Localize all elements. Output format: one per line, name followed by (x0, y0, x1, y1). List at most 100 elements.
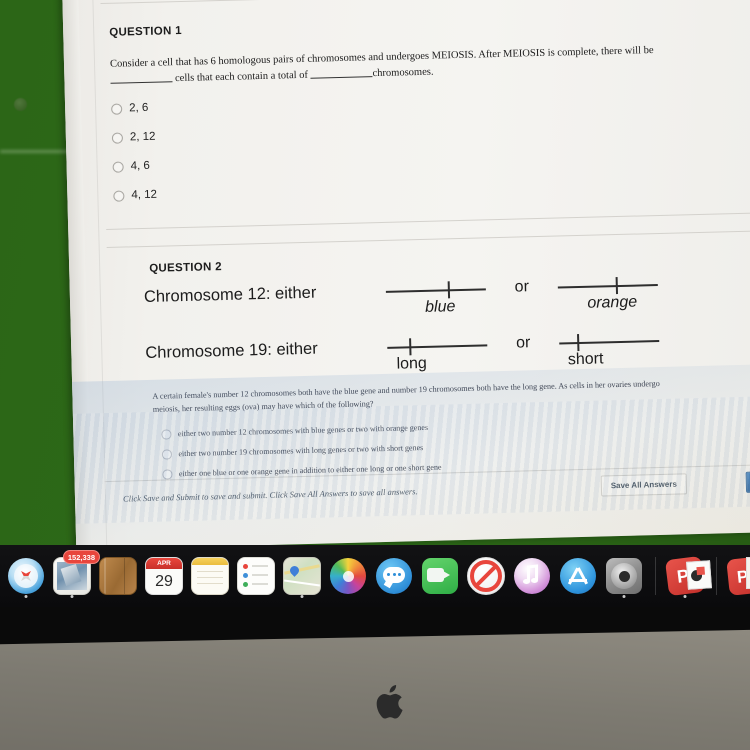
dock-divider (655, 557, 656, 595)
dock-item-contacts[interactable] (96, 553, 140, 599)
gene-tick-icon (577, 334, 580, 352)
dock-item-system-preferences[interactable] (602, 553, 646, 599)
radio-icon[interactable] (111, 103, 123, 115)
calendar-month: APR (146, 558, 182, 569)
question-2-prompt: A certain female's number 12 chromosomes… (152, 379, 660, 414)
imac-bezel (0, 607, 750, 750)
radio-icon[interactable] (161, 429, 172, 440)
question-1-label: QUESTION 1 (109, 24, 183, 39)
question-1-blank-2 (310, 76, 373, 80)
divider-q1-bottom (106, 211, 750, 230)
allele-caption: blue (424, 298, 456, 316)
gene-tick-icon (615, 277, 618, 295)
question-1-text-part2: cells that each contain a total of (174, 70, 309, 85)
option-label: either two number 12 chromosomes with bl… (177, 423, 429, 439)
conjunction-or: or (515, 334, 531, 352)
app-store-icon[interactable] (560, 558, 596, 594)
conjunction-or: or (514, 278, 530, 296)
question-1-option-0[interactable]: 2, 6 (111, 101, 149, 115)
dock-item-safari[interactable] (4, 553, 48, 599)
question-1-option-3[interactable]: 4, 12 (113, 189, 157, 202)
document-thumbnail (746, 557, 750, 589)
dock-divider-2 (716, 557, 717, 595)
facetime-icon[interactable] (422, 558, 458, 594)
question-1-blank-1 (110, 81, 173, 85)
gene-tick-icon (409, 338, 412, 356)
question-2-option-0[interactable]: either two number 12 chromosomes with bl… (161, 423, 429, 440)
question-1-text-part1: Consider a cell that has 6 homologous pa… (109, 45, 654, 70)
allele-caption: short (567, 350, 604, 369)
macos-dock: 152,338 APR 29 P P (0, 545, 750, 607)
save-and-submit-button[interactable]: Save and (745, 470, 750, 493)
divider-top (100, 0, 750, 5)
reminders-icon[interactable] (237, 557, 275, 595)
footer-instruction: Click Save and Submit to save and submit… (122, 486, 418, 504)
desktop-icon-smudge (14, 98, 27, 111)
running-indicator (683, 595, 687, 598)
question-1-option-2[interactable]: 4, 6 (112, 159, 150, 173)
dock-item-powerpoint[interactable]: P (663, 553, 712, 599)
system-preferences-icon[interactable] (606, 558, 642, 594)
dock-item-facetime[interactable] (418, 553, 462, 599)
chromosome-12-allele-orange: orange (557, 275, 658, 312)
option-label: 4, 6 (130, 159, 150, 173)
save-all-answers-button[interactable]: Save All Answers (600, 473, 688, 497)
dock-item-mail[interactable]: 152,338 (50, 550, 100, 599)
option-label: 4, 12 (131, 188, 158, 202)
question-1-text: Consider a cell that has 6 homologous pa… (110, 41, 750, 90)
question-2-option-1[interactable]: either two number 19 chromosomes with lo… (161, 443, 424, 460)
contacts-icon[interactable] (99, 557, 137, 595)
dock-item-messages[interactable] (372, 553, 416, 599)
chromosome-12-row: Chromosome 12: either blue or orange (143, 275, 658, 316)
calendar-icon[interactable]: APR 29 (145, 557, 183, 595)
itunes-icon[interactable] (514, 558, 550, 594)
running-indicator (24, 595, 28, 598)
maps-icon[interactable] (283, 557, 321, 595)
allele-caption: long (396, 354, 428, 373)
question-2-label: QUESTION 2 (149, 261, 223, 275)
notes-icon[interactable] (191, 557, 229, 595)
running-indicator (300, 595, 304, 598)
chromosome-19-allele-short: short (559, 331, 660, 368)
dock-item-maps[interactable] (280, 553, 324, 599)
chromosome-12-allele-blue: blue (385, 279, 486, 316)
dock-item-app-store[interactable] (556, 553, 600, 599)
dock-item-powerpoint-doc[interactable]: P (724, 553, 750, 599)
option-label: 2, 6 (129, 101, 149, 115)
photos-icon[interactable] (330, 558, 366, 594)
safari-icon[interactable] (8, 558, 44, 594)
option-label: either two number 19 chromosomes with lo… (178, 443, 424, 459)
radio-icon[interactable] (162, 469, 173, 480)
question-1-option-1[interactable]: 2, 12 (111, 130, 156, 144)
browser-page: QUESTION 1 2 Consider a cell that has 6 … (62, 0, 750, 550)
dock-item-notes[interactable] (188, 553, 232, 599)
chromosome-12-title: Chromosome 12: either (143, 283, 317, 307)
dock-item-calendar[interactable]: APR 29 (142, 553, 186, 599)
apple-logo-icon (374, 685, 404, 721)
chromosome-19-allele-long: long (387, 335, 488, 373)
option-label: 2, 12 (129, 130, 156, 144)
dock-item-photos[interactable] (326, 553, 370, 599)
radio-icon[interactable] (112, 161, 124, 173)
running-indicator (70, 595, 74, 598)
quiz-page-surface: QUESTION 1 2 Consider a cell that has 6 … (62, 0, 750, 550)
dock-item-itunes[interactable] (510, 553, 554, 599)
chromosome-19-title: Chromosome 19: either (145, 339, 318, 363)
messages-icon[interactable] (376, 558, 412, 594)
radio-icon[interactable] (113, 189, 125, 202)
gene-tick-icon (447, 281, 450, 299)
powerpoint-slide-preview (686, 560, 712, 590)
dock-item-reminders[interactable] (234, 553, 278, 599)
dock-item-news[interactable] (464, 553, 508, 599)
page-content-gutter (91, 0, 108, 550)
divider-q2-top (106, 229, 750, 248)
radio-icon[interactable] (111, 132, 124, 144)
radio-icon[interactable] (161, 449, 172, 460)
mail-badge: 152,338 (62, 550, 100, 564)
running-indicator (622, 595, 626, 598)
calendar-day: 29 (155, 573, 173, 590)
chromosome-19-row: Chromosome 19: either long or short (145, 331, 660, 373)
allele-caption: orange (587, 293, 638, 312)
question-1-text-part3: chromosomes. (372, 66, 434, 80)
news-icon[interactable] (467, 557, 505, 595)
